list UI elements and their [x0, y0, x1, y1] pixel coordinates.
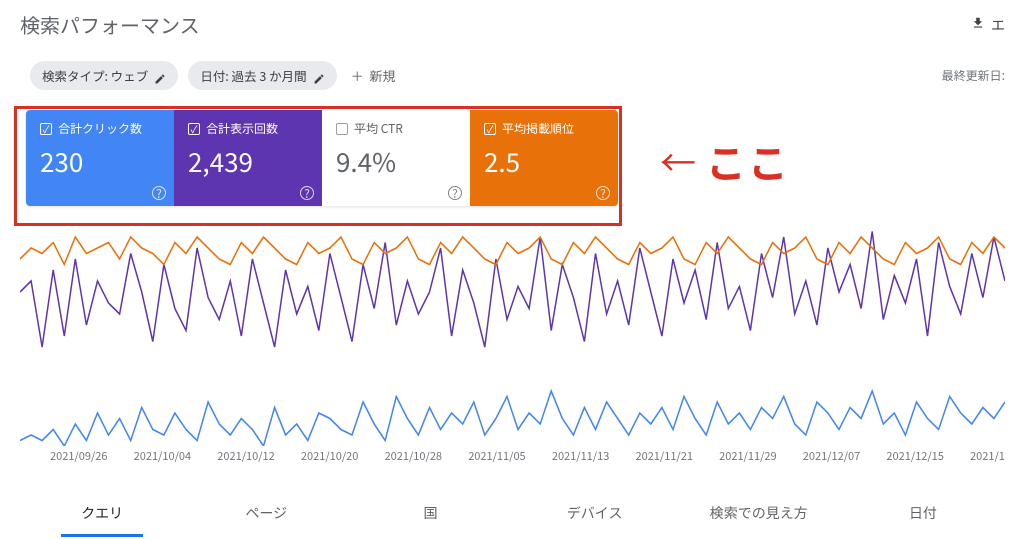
tab-device[interactable]: デバイス — [513, 493, 677, 537]
help-icon[interactable]: ? — [152, 186, 166, 200]
tab-page[interactable]: ページ — [184, 493, 348, 537]
metric-card-average-position[interactable]: 平均掲載順位 2.5 ? — [470, 110, 618, 206]
checkbox-icon — [336, 123, 348, 135]
checkbox-icon — [40, 123, 52, 135]
xaxis-tick: 2021/11/13 — [552, 448, 609, 464]
xaxis-tick: 2021/11/21 — [635, 448, 692, 464]
metric-label: 合計クリック数 — [58, 120, 142, 137]
pencil-icon — [154, 70, 166, 82]
xaxis-tick: 2021/10/04 — [134, 448, 191, 464]
tab-search-appearance[interactable]: 検索での見え方 — [677, 493, 841, 537]
performance-chart: 2021/09/26 2021/10/04 2021/10/12 2021/10/20… — [0, 206, 1025, 464]
metric-value: 2,439 — [188, 143, 308, 180]
arrow-left-icon: ← — [660, 135, 698, 187]
xaxis-tick: 2021/10/28 — [385, 448, 442, 464]
xaxis-tick: 2021/1 — [970, 448, 1005, 464]
tab-date[interactable]: 日付 — [841, 493, 1005, 537]
chip-label: 日付: 過去 3 か月間 — [200, 66, 306, 85]
export-label: エ — [991, 15, 1005, 35]
metric-card-total-clicks[interactable]: 合計クリック数 230 ? — [26, 110, 174, 206]
chip-label: 検索タイプ: ウェブ — [42, 66, 148, 85]
xaxis-tick: 2021/12/07 — [803, 448, 860, 464]
help-icon[interactable]: ? — [300, 186, 314, 200]
plus-icon: ＋ — [351, 66, 364, 85]
tab-country[interactable]: 国 — [348, 493, 512, 537]
xaxis-tick: 2021/10/20 — [301, 448, 358, 464]
metric-card-average-ctr[interactable]: 平均 CTR 9.4% ? — [322, 110, 470, 206]
xaxis-tick: 2021/11/29 — [719, 448, 776, 464]
xaxis-tick: 2021/11/05 — [468, 448, 525, 464]
download-icon — [971, 15, 985, 35]
checkbox-icon — [188, 123, 200, 135]
xaxis-tick: 2021/10/12 — [217, 448, 274, 464]
last-updated-text: 最終更新日: — [942, 67, 1005, 84]
help-icon[interactable]: ? — [596, 186, 610, 200]
filter-chip-date[interactable]: 日付: 過去 3 か月間 — [188, 61, 336, 90]
add-filter-button[interactable]: ＋ 新規 — [351, 66, 396, 85]
page-title: 検索パフォーマンス — [20, 10, 200, 39]
tab-query[interactable]: クエリ — [20, 493, 184, 537]
checkbox-icon — [484, 123, 496, 135]
annotation-callout: ← ここ — [660, 132, 790, 190]
annotation-text: ここ — [706, 132, 790, 190]
export-link[interactable]: エ — [971, 15, 1005, 35]
xaxis-tick: 2021/12/15 — [886, 448, 943, 464]
metric-value: 9.4% — [336, 143, 456, 180]
pencil-icon — [313, 70, 325, 82]
metric-card-total-impressions[interactable]: 合計表示回数 2,439 ? — [174, 110, 322, 206]
metric-value: 2.5 — [484, 143, 604, 180]
filter-chip-search-type[interactable]: 検索タイプ: ウェブ — [30, 61, 178, 90]
metric-label: 平均掲載順位 — [502, 120, 574, 137]
metric-label: 平均 CTR — [354, 120, 403, 137]
help-icon[interactable]: ? — [448, 186, 462, 200]
metric-label: 合計表示回数 — [206, 120, 278, 137]
xaxis-tick: 2021/09/26 — [50, 448, 107, 464]
metric-value: 230 — [40, 143, 160, 180]
add-filter-label: 新規 — [370, 66, 396, 85]
